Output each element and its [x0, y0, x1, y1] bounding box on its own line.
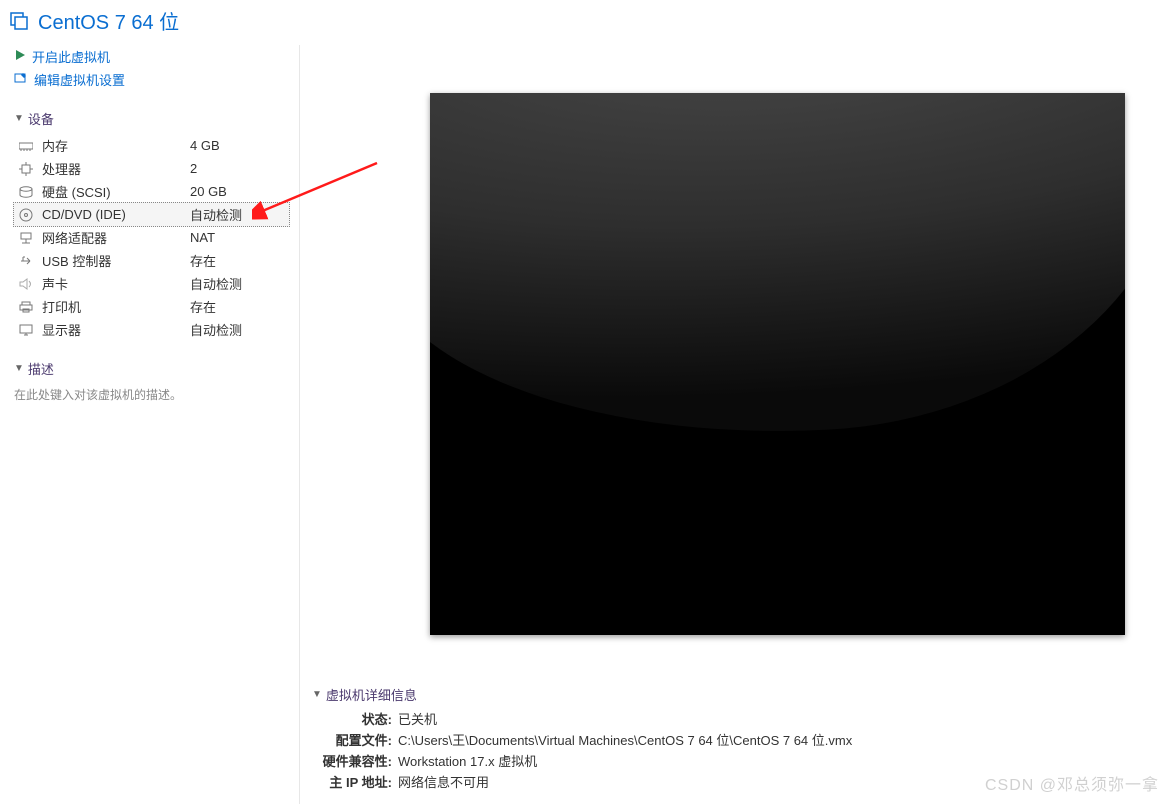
detail-row-state: 状态: 已关机: [312, 708, 1173, 729]
device-value: 自动检测: [190, 274, 242, 293]
usb-icon: [18, 255, 34, 267]
detail-row-ip: 主 IP 地址: 网络信息不可用: [312, 771, 1173, 792]
detail-key: 配置文件:: [312, 730, 392, 749]
device-name: 打印机: [42, 297, 182, 316]
main-panel: ▼ 虚拟机详细信息 状态: 已关机 配置文件: C:\Users\王\Docum…: [300, 45, 1173, 804]
devices-section-label: 设备: [28, 109, 54, 128]
chevron-down-icon: ▼: [14, 363, 24, 374]
printer-icon: [18, 301, 34, 313]
description-section-label: 描述: [28, 359, 54, 378]
edit-settings-label: 编辑虚拟机设置: [34, 70, 125, 89]
device-name: CD/DVD (IDE): [42, 207, 182, 222]
devices-section-header[interactable]: ▼ 设备: [14, 109, 289, 128]
device-name: 显示器: [42, 320, 182, 339]
device-row[interactable]: 声卡自动检测: [14, 272, 289, 295]
power-on-link[interactable]: 开启此虚拟机: [14, 45, 289, 68]
device-name: 处理器: [42, 159, 182, 178]
display-icon: [18, 324, 34, 336]
detail-value: 已关机: [398, 709, 437, 728]
device-list: 内存 4 GB 处理器 2 硬盘 (SCSI) 20 GB CD/DVD (IDE) 自动检测…: [14, 134, 289, 341]
cd-icon: [18, 208, 34, 222]
edit-icon: [14, 71, 28, 88]
device-value: 存在: [190, 251, 216, 270]
device-value: 自动检测: [190, 320, 242, 339]
disk-icon: [18, 186, 34, 198]
detail-key: 主 IP 地址:: [312, 772, 392, 791]
edit-settings-link[interactable]: 编辑虚拟机设置: [14, 68, 289, 91]
vm-screen-preview[interactable]: [430, 93, 1125, 635]
device-name: 声卡: [42, 274, 182, 293]
detail-key: 硬件兼容性:: [312, 751, 392, 770]
device-row[interactable]: 内存 4 GB: [14, 134, 289, 157]
vm-title: CentOS 7 64 位: [38, 6, 179, 35]
detail-row-compat: 硬件兼容性: Workstation 17.x 虚拟机: [312, 750, 1173, 771]
chevron-down-icon: ▼: [14, 113, 24, 124]
device-row[interactable]: 处理器 2: [14, 157, 289, 180]
detail-key: 状态:: [312, 709, 392, 728]
power-on-label: 开启此虚拟机: [32, 47, 110, 66]
vm-details: ▼ 虚拟机详细信息 状态: 已关机 配置文件: C:\Users\王\Docum…: [300, 685, 1173, 792]
vm-header: CentOS 7 64 位: [0, 0, 1173, 45]
network-icon: [18, 232, 34, 244]
device-row[interactable]: 硬盘 (SCSI) 20 GB: [14, 180, 289, 203]
detail-value: C:\Users\王\Documents\Virtual Machines\Ce…: [398, 730, 852, 749]
device-name: 硬盘 (SCSI): [42, 182, 182, 201]
device-value: 存在: [190, 297, 216, 316]
play-icon: [14, 49, 26, 64]
cpu-icon: [18, 162, 34, 176]
device-value: 2: [190, 161, 197, 176]
device-value: 4 GB: [190, 138, 220, 153]
sound-icon: [18, 278, 34, 290]
sidebar: 开启此虚拟机 编辑虚拟机设置 ▼ 设备 内存 4 GB 处理器 2 硬盘 (SCSI) 2…: [0, 45, 300, 804]
device-row[interactable]: 显示器自动检测: [14, 318, 289, 341]
device-row[interactable]: 打印机存在: [14, 295, 289, 318]
device-name: 网络适配器: [42, 228, 182, 247]
device-row[interactable]: CD/DVD (IDE) 自动检测: [13, 202, 290, 227]
details-section-header[interactable]: ▼ 虚拟机详细信息: [312, 685, 1173, 704]
device-name: 内存: [42, 136, 182, 155]
device-row[interactable]: USB 控制器存在: [14, 249, 289, 272]
device-value: 自动检测: [190, 205, 242, 224]
device-row[interactable]: 网络适配器 NAT: [14, 226, 289, 249]
detail-row-config: 配置文件: C:\Users\王\Documents\Virtual Machi…: [312, 729, 1173, 750]
tabs-icon: [8, 10, 30, 32]
chevron-down-icon: ▼: [312, 689, 322, 700]
device-value: 20 GB: [190, 184, 227, 199]
device-value: NAT: [190, 230, 215, 245]
device-name: USB 控制器: [42, 251, 182, 270]
detail-value: 网络信息不可用: [398, 772, 489, 791]
memory-icon: [18, 141, 34, 151]
details-section-label: 虚拟机详细信息: [326, 685, 417, 704]
description-section-header[interactable]: ▼ 描述: [14, 359, 289, 378]
description-placeholder[interactable]: 在此处键入对该虚拟机的描述。: [14, 384, 289, 405]
detail-value: Workstation 17.x 虚拟机: [398, 751, 537, 770]
